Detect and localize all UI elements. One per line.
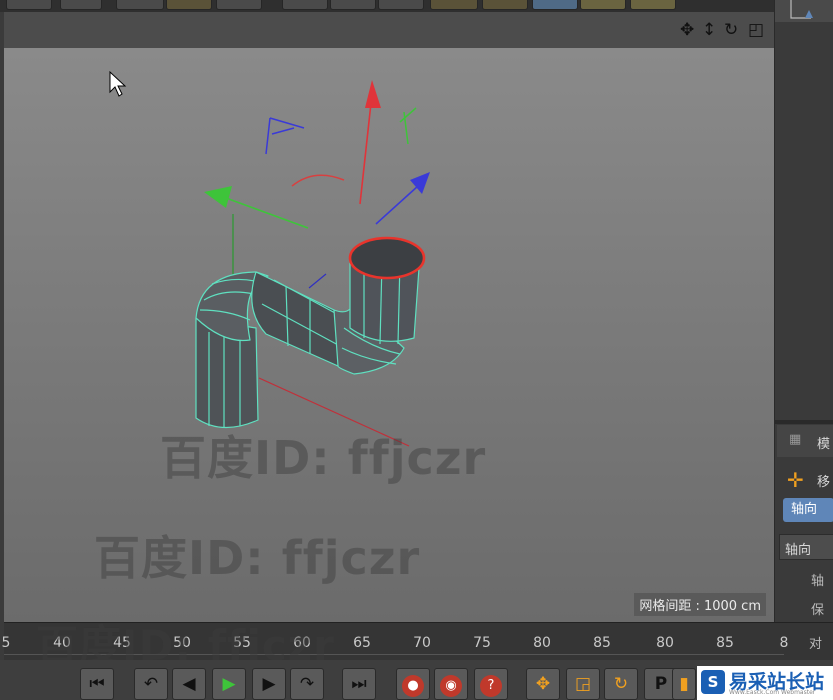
timeline-tick: 5	[1, 635, 11, 651]
extra-key-button[interactable]: ▮	[672, 668, 696, 700]
timeline-tick: 80	[656, 635, 674, 651]
tool-name-label: 移	[817, 475, 831, 490]
toolbar-button[interactable]	[166, 0, 212, 10]
rotate-key-button[interactable]: ↻	[604, 668, 638, 700]
toolbar-button[interactable]	[282, 0, 328, 10]
maximize-view-icon[interactable]: ◰	[748, 20, 764, 40]
y-move-arrow	[225, 197, 309, 229]
autokey-button[interactable]: ◉	[434, 668, 468, 700]
help-button[interactable]: ?	[474, 668, 508, 700]
y-arrow-head-icon	[204, 186, 232, 208]
axis-dropdown[interactable]: 轴向	[779, 534, 833, 560]
previous-key-button[interactable]: ↶	[134, 668, 168, 700]
panel-tab-label[interactable]: 模	[817, 433, 830, 452]
toolbar-button[interactable]	[216, 0, 262, 10]
viewport-3d[interactable]: 百度ID: ffjczr 百度ID: ffjczr 网格间距 : 1000 cm	[4, 48, 774, 622]
z-move-arrow	[375, 185, 419, 225]
timeline-tick: 8	[779, 635, 789, 651]
first-frame-button[interactable]: ⏮	[80, 668, 114, 700]
z-axis-line	[308, 273, 327, 289]
logo-mark-icon: S	[701, 670, 725, 694]
timeline-tick: 65	[353, 635, 371, 651]
record-icon: ●	[402, 675, 424, 697]
dolly-view-icon[interactable]: ↕	[702, 20, 716, 40]
toolbar-button[interactable]	[6, 0, 52, 10]
timeline-tick: 85	[716, 635, 734, 651]
selected-edge-ring	[348, 236, 426, 280]
top-toolbar	[0, 0, 833, 12]
watermark: 百度ID: ffjczr	[160, 431, 487, 485]
grip-icon[interactable]: ▦	[789, 432, 801, 447]
timeline-tick: 80	[533, 635, 551, 651]
move-key-button[interactable]: ✥	[526, 668, 560, 700]
last-frame-button[interactable]: ⏭	[342, 668, 376, 700]
x-arrow-head-icon	[365, 80, 381, 108]
move-tool-icon: ✛	[787, 468, 804, 492]
field-label: 对	[809, 637, 823, 652]
move-view-icon[interactable]: ✥	[680, 20, 694, 40]
grid-spacing-label: 网格间距 : 1000 cm	[634, 593, 766, 616]
x-move-arrow	[359, 93, 373, 205]
next-frame-button[interactable]: ▶	[252, 668, 286, 700]
record-button[interactable]: ●	[396, 668, 430, 700]
timeline-tick: 85	[593, 635, 611, 651]
dropdown-label: 轴向	[785, 543, 812, 558]
autokey-icon: ◉	[440, 675, 462, 697]
toolbar-button[interactable]	[116, 0, 164, 10]
help-icon: ?	[480, 675, 502, 697]
logo-subtext: Www.Easck.Com Webmaster	[729, 689, 816, 696]
previous-frame-button[interactable]: ◀	[172, 668, 206, 700]
site-logo: S 易采站长站 Www.Easck.Com Webmaster	[697, 666, 833, 700]
watermark: 百度ID: ffjczr	[94, 531, 421, 585]
axis-tab-button[interactable]: 轴向	[783, 498, 833, 522]
toolbar-button[interactable]	[330, 0, 376, 10]
field-label: 保	[811, 603, 825, 618]
toolbar-button[interactable]	[60, 0, 102, 10]
y-rotation-icon	[399, 107, 417, 145]
scale-key-button[interactable]: ◲	[566, 668, 600, 700]
mouse-cursor-icon	[109, 70, 127, 97]
rotate-view-icon[interactable]: ↻	[724, 20, 738, 40]
pipe-mesh	[195, 236, 426, 429]
toolbar-button[interactable]	[378, 0, 424, 10]
toolbar-button[interactable]	[532, 0, 578, 10]
timeline-tick: 70	[413, 635, 431, 651]
panel-tab-bar: ▦ 模	[777, 425, 833, 457]
viewport-header: ✥ ↕ ↻ ◰	[4, 12, 774, 49]
x-rotation-icon	[291, 174, 345, 187]
timeline-tick: 75	[473, 635, 491, 651]
toolbar-button[interactable]	[430, 0, 478, 10]
field-label: 轴	[811, 574, 825, 589]
axis-icon	[790, 0, 813, 19]
next-key-button[interactable]: ↷	[290, 668, 324, 700]
toolbar-button[interactable]	[630, 0, 676, 10]
attributes-panel: ▦ 模 ✛ 移 轴向 轴向 轴 保	[774, 0, 833, 628]
panel-header	[775, 0, 833, 22]
play-button[interactable]: ▶	[212, 668, 246, 700]
z-rotation-icon	[265, 117, 305, 155]
panel-divider[interactable]	[775, 420, 833, 424]
toolbar-button[interactable]	[580, 0, 626, 10]
toolbar-button[interactable]	[482, 0, 528, 10]
